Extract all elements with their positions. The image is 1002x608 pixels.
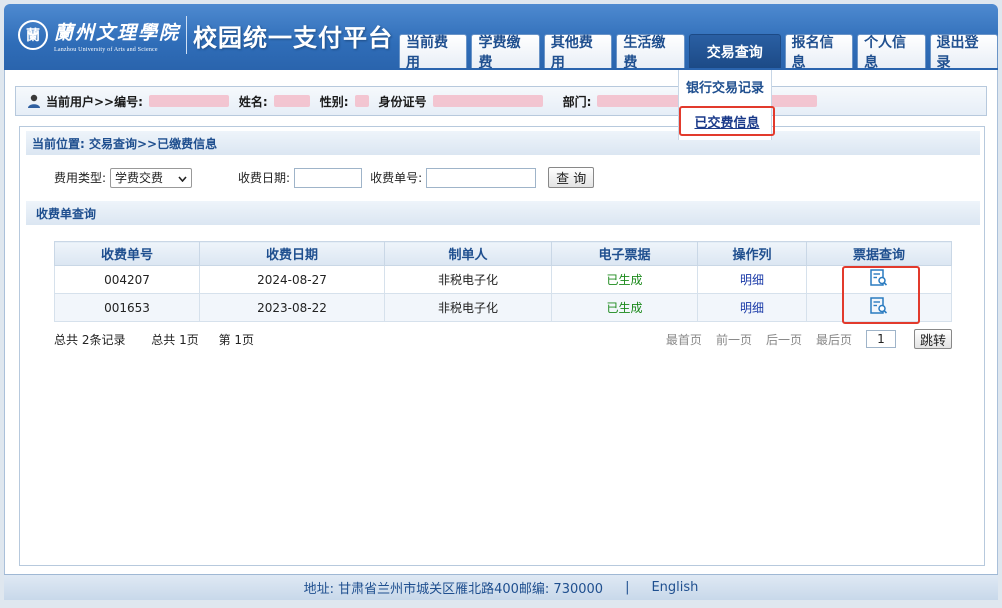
school-logo: 蘭 蘭州文理學院 Lanzhou University of Arts and … [18,16,393,54]
redacted-name [273,95,310,107]
col-receipt-no: 收费单号 [54,241,200,266]
redacted-id-card [432,95,543,107]
col-action: 操作列 [697,241,807,266]
user-icon [26,93,42,109]
content-area: 当前用户>>编号: 姓名: 性别: 身份证号 部门: 当前位置: 交易查询>>已… [4,70,998,600]
receipt-table: 收费单号 收费日期 制单人 电子票据 操作列 票据查询 004207 2024-… [54,241,952,322]
jump-button[interactable]: 跳转 [913,329,952,349]
nav-transaction-query[interactable]: 交易查询 [688,34,781,68]
english-link[interactable]: English [651,580,698,595]
school-name: 蘭州文理學院 [54,21,181,44]
ticket-query-highlight [842,266,920,324]
nav-tuition[interactable]: 学费缴费 [471,34,540,71]
redacted-id [148,95,229,107]
date-input[interactable] [294,167,363,188]
nav-other-fees[interactable]: 其他费用 [543,34,613,71]
next-page-link[interactable]: 后一页 [766,331,802,348]
filter-bar: 费用类型: 学费交费 收费日期: 收费单号: 查 询 [54,167,595,188]
user-info-bar: 当前用户>>编号: 姓名: 性别: 身份证号 部门: [15,86,987,116]
footer-address: 地址: 甘肃省兰州市城关区雁北路400邮编: 730000 [303,582,604,597]
detail-link[interactable]: 明细 [697,265,807,294]
dropdown-bank-records[interactable]: 银行交易记录 [679,72,771,100]
nav-personal-info[interactable]: 个人信息 [857,34,926,71]
main-panel: 当前位置: 交易查询>>已缴费信息 费用类型: 学费交费 收费日期: 收费单号:… [19,126,985,566]
col-e-ticket: 电子票据 [551,241,698,266]
dropdown-paid-info[interactable]: 已交费信息 [679,106,775,136]
chevron-down-icon [178,171,187,185]
col-ticket-query: 票据查询 [806,241,952,266]
nav-registration[interactable]: 报名信息 [784,34,854,71]
platform-title: 校园统一支付平台 [193,23,394,52]
table-row: 001653 2023-08-22 非税电子化 已生成 明细 [54,293,952,322]
nav-current-fees[interactable]: 当前费用 [399,34,468,71]
detail-link[interactable]: 明细 [697,293,807,322]
col-date: 收费日期 [199,241,385,266]
col-maker: 制单人 [384,241,552,266]
last-page-link[interactable]: 最后页 [816,331,852,348]
page-number-input[interactable]: 1 [865,330,896,348]
first-page-link[interactable]: 最首页 [666,331,702,348]
pagination: 总共 2条记录 总共 1页 第 1页 最首页 前一页 后一页 最后页 1 跳转 [54,329,952,349]
nav-logout[interactable]: 退出登录 [929,34,998,71]
table-row: 004207 2024-08-27 非税电子化 已生成 明细 [54,265,952,294]
redacted-gender [354,95,369,107]
breadcrumb: 当前位置: 交易查询>>已缴费信息 [26,131,980,155]
school-name-en: Lanzhou University of Arts and Science [54,46,158,53]
nav-living-fees[interactable]: 生活缴费 [616,34,685,71]
receipt-number-input[interactable] [426,167,537,188]
query-button[interactable]: 查 询 [548,167,595,188]
main-nav: 当前费用 学费缴费 其他费用 生活缴费 交易查询 报名信息 个人信息 退出登录 [399,34,998,71]
transaction-query-dropdown: 银行交易记录 已交费信息 [678,70,775,140]
header: 蘭 蘭州文理學院 Lanzhou University of Arts and … [4,4,998,71]
section-title: 收费单查询 [26,201,980,225]
footer: 地址: 甘肃省兰州市城关区雁北路400邮编: 730000 | English [4,574,998,600]
fee-type-select[interactable]: 学费交费 [110,167,193,188]
prev-page-link[interactable]: 前一页 [716,331,752,348]
school-seal-icon: 蘭 [18,20,48,50]
